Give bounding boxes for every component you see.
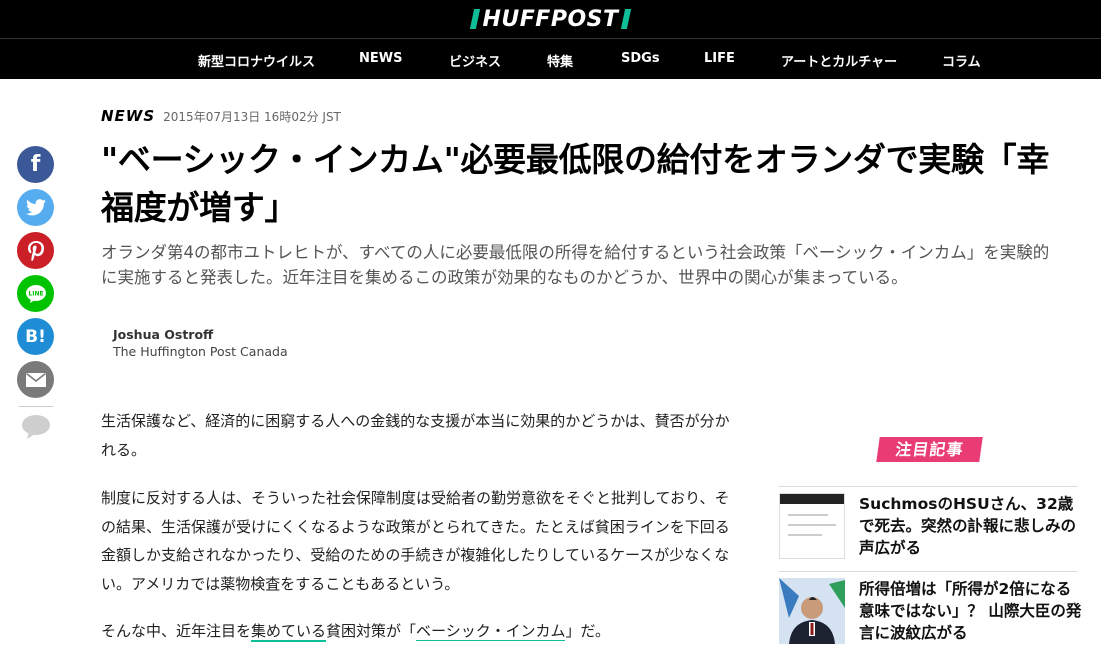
body-paragraph-2: 制度に反対する人は、そういった社会保障制度は受給者の勤労意欲をそぐと批判しており… [101,489,730,593]
article-timestamp: 2015年07月13日 16時02分 JST [163,110,341,124]
thumbnail-line [788,534,822,536]
section-label[interactable]: NEWS [101,107,155,125]
logo-bar-left [470,9,481,29]
nav-item-covid[interactable]: 新型コロナウイルス [198,51,315,70]
line-icon: LINE [25,284,46,303]
top-bar: HUFFPOST [0,0,1101,38]
thumbnail-strip [780,494,844,504]
logo-bar-right [620,9,631,29]
hatena-bookmark-icon: B! [25,326,46,347]
huffpost-logo[interactable]: HUFFPOST [470,6,631,32]
main-nav: 新型コロナウイルス NEWS ビジネス 特集 SDGs LIFE アートとカルチ… [0,38,1101,79]
sidebar-article-thumbnail [779,493,845,559]
nav-item-business[interactable]: ビジネス [449,51,501,70]
twitter-share-button[interactable] [17,189,54,226]
mail-share-button[interactable] [17,361,54,398]
nav-item-art-culture[interactable]: アートとカルチャー [781,51,897,70]
article-headline: "ベーシック・インカム"必要最低限の給付をオランダで実験「幸福度が増す」 [101,140,1050,227]
logo-text: HUFFPOST [482,6,619,32]
highlighted-text: 集めている [251,622,327,642]
nav-item-features[interactable]: 特集 [547,51,573,70]
body-paragraph-1: 生活保護など、経済的に困窮する人への金銭的な支援が本当に効果的かどうかは、賛否が… [101,412,730,459]
sidebar-divider [778,486,1078,487]
line-icon-label: LINE [28,290,43,297]
line-share-button[interactable]: LINE [17,275,54,312]
facebook-share-button[interactable]: f [17,146,54,183]
facebook-icon: f [30,151,41,177]
pinterest-share-button[interactable] [17,232,54,269]
body-paragraph-3-text: 」だ。 [565,622,611,640]
body-paragraph-3-text: そんな中、近年注目を [101,622,252,640]
mail-icon [25,372,46,387]
pinterest-icon [27,240,44,261]
sidebar-article-title: SuchmosのHSUさん、32歳で死去。突然の訃報に悲しみの声広がる [859,495,1077,557]
thumbnail-line [788,514,828,516]
person-photo-icon [779,578,845,644]
sidebar-article-2[interactable]: 所得倍増は「所得が2倍になる意味ではない」？ 山際大臣の発言に波紋広がる [779,578,1081,644]
comment-icon [22,415,50,439]
thumbnail-line [788,524,836,526]
twitter-icon [25,199,46,216]
sidebar-featured-title: 注目記事 [876,437,983,462]
author-outlet: The Huffington Post Canada [113,344,288,359]
sidebar-divider [778,571,1078,572]
share-divider [19,406,53,407]
body-paragraph-3-text: 貧困対策が「 [326,622,417,640]
article-dek: オランダ第4の都市ユトレヒトが、すべての人に必要最低限の所得を給付するという社会… [101,243,1050,287]
hatena-bookmark-share-button[interactable]: B! [17,318,54,355]
sidebar-article-title: 所得倍増は「所得が2倍になる意味ではない」？ 山際大臣の発言に波紋広がる [859,580,1082,642]
byline: Joshua Ostroff The Huffington Post Canad… [113,326,288,360]
nav-item-life[interactable]: LIFE [704,51,735,66]
article-kicker: NEWS 2015年07月13日 16時02分 JST [101,107,341,125]
comment-button[interactable] [21,414,51,440]
sidebar-article-thumbnail [779,578,845,644]
basic-income-link[interactable]: ベーシック・インカム [416,622,566,641]
body-paragraph-3: そんな中、近年注目を集めている貧困対策が「ベーシック・インカム」だ。 [101,617,731,646]
sidebar-article-1[interactable]: SuchmosのHSUさん、32歳で死去。突然の訃報に悲しみの声広がる [779,493,1079,559]
nav-item-news[interactable]: NEWS [359,51,402,66]
nav-item-sdgs[interactable]: SDGs [621,51,660,66]
author-name[interactable]: Joshua Ostroff [113,326,288,343]
nav-item-column[interactable]: コラム [942,51,981,70]
